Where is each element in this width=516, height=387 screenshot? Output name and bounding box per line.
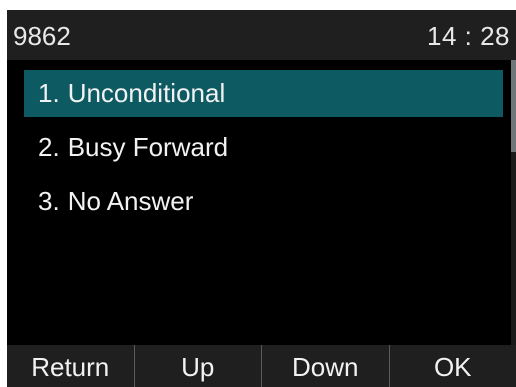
menu-item-no-answer[interactable]: 3. No Answer [24, 178, 503, 225]
menu-item-busy-forward[interactable]: 2. Busy Forward [24, 124, 503, 171]
phone-screen: 9862 14 : 28 1. Unconditional 2. Busy Forw… [7, 10, 516, 387]
scrollbar[interactable] [511, 60, 516, 345]
ok-softkey[interactable]: OK [390, 345, 516, 387]
menu-item-number: 1. [38, 78, 60, 108]
return-softkey[interactable]: Return [7, 345, 135, 387]
menu-item-unconditional[interactable]: 1. Unconditional [24, 70, 503, 117]
menu-item-label: Unconditional [67, 78, 226, 108]
clock: 14 : 28 [426, 21, 510, 51]
up-softkey[interactable]: Up [135, 345, 262, 387]
menu-item-label: No Answer [67, 186, 194, 216]
status-bar: 9862 14 : 28 [7, 10, 516, 60]
menu-item-number: 2. [38, 132, 60, 162]
scrollbar-thumb[interactable] [511, 60, 516, 152]
menu-item-number: 3. [38, 186, 60, 216]
account-number: 9862 [13, 21, 71, 51]
menu-list: 1. Unconditional 2. Busy Forward 3. No Answ… [7, 60, 516, 345]
down-softkey[interactable]: Down [262, 345, 390, 387]
softkey-bar: Return Up Down OK [7, 345, 516, 387]
menu-item-label: Busy Forward [67, 132, 229, 162]
